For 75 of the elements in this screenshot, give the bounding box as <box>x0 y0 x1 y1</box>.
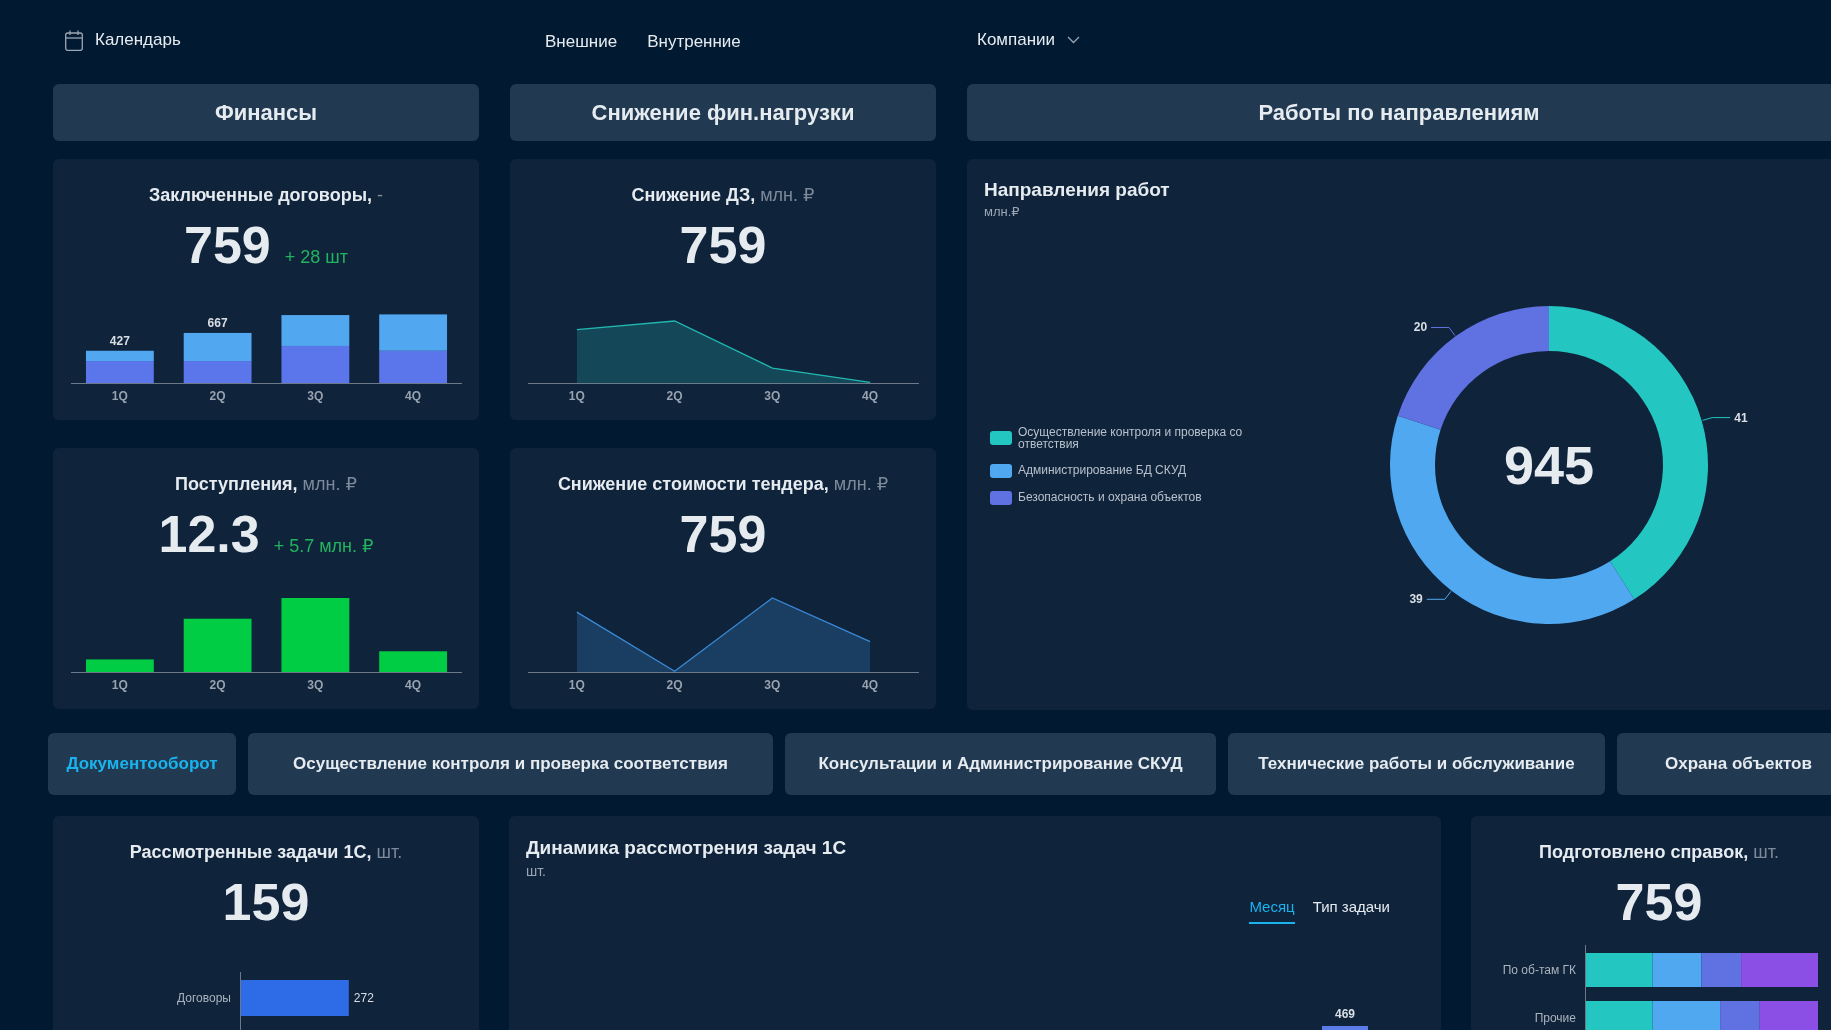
card-title: Снижение ДЗ, <box>631 184 756 206</box>
calendar-button[interactable]: Календарь <box>65 29 181 51</box>
bar <box>1322 1026 1368 1030</box>
section-header: Финансы <box>53 84 479 141</box>
delta-value: + 5.7 млн. ₽ <box>273 535 374 557</box>
unit-label: шт. <box>526 862 546 880</box>
category-label: Договоры <box>177 991 231 1005</box>
section-header: Работы по направлениям <box>967 84 1831 141</box>
filter-link[interactable]: Внутренние <box>647 32 741 52</box>
axis-label: 3Q <box>307 678 324 692</box>
axis-label: 2Q <box>209 389 226 403</box>
direction-tab[interactable]: Консультации и Администрирование СКУД <box>785 733 1216 795</box>
legend-label: Осуществление контроля и проверка со ответствия <box>1018 425 1244 451</box>
leader-line <box>1426 590 1452 600</box>
data-label: 41 <box>1734 410 1748 425</box>
data-label: 20 <box>1413 320 1428 335</box>
card-title: Рассмотренные задачи 1С, <box>129 841 372 863</box>
direction-tab[interactable]: Технические работы и обслуживание <box>1228 733 1605 795</box>
kpi-value: 759 <box>679 504 767 564</box>
card-title: Поступления, <box>175 473 298 495</box>
bar-label: 469 <box>1335 1007 1355 1021</box>
delta-value: + 28 шт <box>284 247 348 268</box>
data-label: 39 <box>1409 592 1423 607</box>
kpi-value: 759 <box>184 215 271 275</box>
axis-label: 3Q <box>764 678 781 692</box>
axis-label: 4Q <box>862 678 879 692</box>
unit-label: млн. ₽ <box>302 473 357 495</box>
axis-label: 4Q <box>862 389 879 403</box>
axis-label: 3Q <box>307 389 324 403</box>
card-title: Динамика рассмотрения задач 1С <box>526 836 847 860</box>
unit-label: млн. ₽ <box>760 184 815 206</box>
kpi-value: 12.3 <box>158 504 260 564</box>
calendar-icon <box>65 29 83 51</box>
unit-label: - <box>377 184 384 206</box>
kpi-value: 759 <box>1615 872 1703 932</box>
filter-link[interactable]: Внешние <box>545 32 618 52</box>
total-value: 945 <box>1503 435 1595 495</box>
legend-label: Безопасность и охрана объектов <box>1018 491 1203 504</box>
card-title: Заключенные договоры, <box>148 184 373 206</box>
axis-label: 1Q <box>568 678 585 692</box>
unit-label: млн.₽ <box>984 204 1020 220</box>
direction-tab[interactable]: Охрана объектов <box>1617 733 1831 795</box>
axis-label: 2Q <box>209 678 226 692</box>
kpi-value: 159 <box>222 872 310 932</box>
kpi-value: 759 <box>679 215 767 275</box>
direction-tab[interactable]: Осуществление контроля и проверка соответствия <box>248 733 773 795</box>
category-label: Прочие <box>1534 1011 1576 1025</box>
unit-label: млн. ₽ <box>833 473 889 495</box>
unit-label: шт. <box>1753 841 1779 863</box>
company-dropdown[interactable]: Компании <box>977 30 1081 50</box>
card-title: Подготовлено справок, <box>1539 841 1749 863</box>
axis-label: 1Q <box>568 389 585 403</box>
axis-label: 4Q <box>405 389 422 403</box>
chart-tab[interactable]: Тип задачи <box>1312 898 1390 924</box>
chevron-down-icon <box>1067 36 1081 44</box>
direction-tab[interactable]: Документооборот <box>48 733 236 795</box>
axis-line <box>240 971 241 1030</box>
card-title: Направления работ <box>984 178 1170 202</box>
chart-tab[interactable]: Месяц <box>1249 898 1295 924</box>
legend-label: Администрирование БД СКУД <box>1018 464 1188 477</box>
axis-label: 3Q <box>764 389 781 403</box>
section-header: Снижение фин.нагрузки <box>510 84 936 141</box>
unit-label: шт. <box>376 841 403 863</box>
category-label: По об-там ГК <box>1502 963 1576 977</box>
axis-label: 1Q <box>111 389 128 403</box>
axis-label: 2Q <box>666 678 683 692</box>
leader-line <box>1430 327 1456 337</box>
data-label: 667 <box>207 315 228 330</box>
axis-label: 4Q <box>405 678 422 692</box>
data-label: 272 <box>353 991 374 1005</box>
leader-line <box>1702 417 1731 421</box>
axis-label: 1Q <box>111 678 128 692</box>
card-title: Снижение стоимости тендера, <box>557 473 829 495</box>
axis-label: 2Q <box>666 389 683 403</box>
data-label: 427 <box>109 333 130 348</box>
